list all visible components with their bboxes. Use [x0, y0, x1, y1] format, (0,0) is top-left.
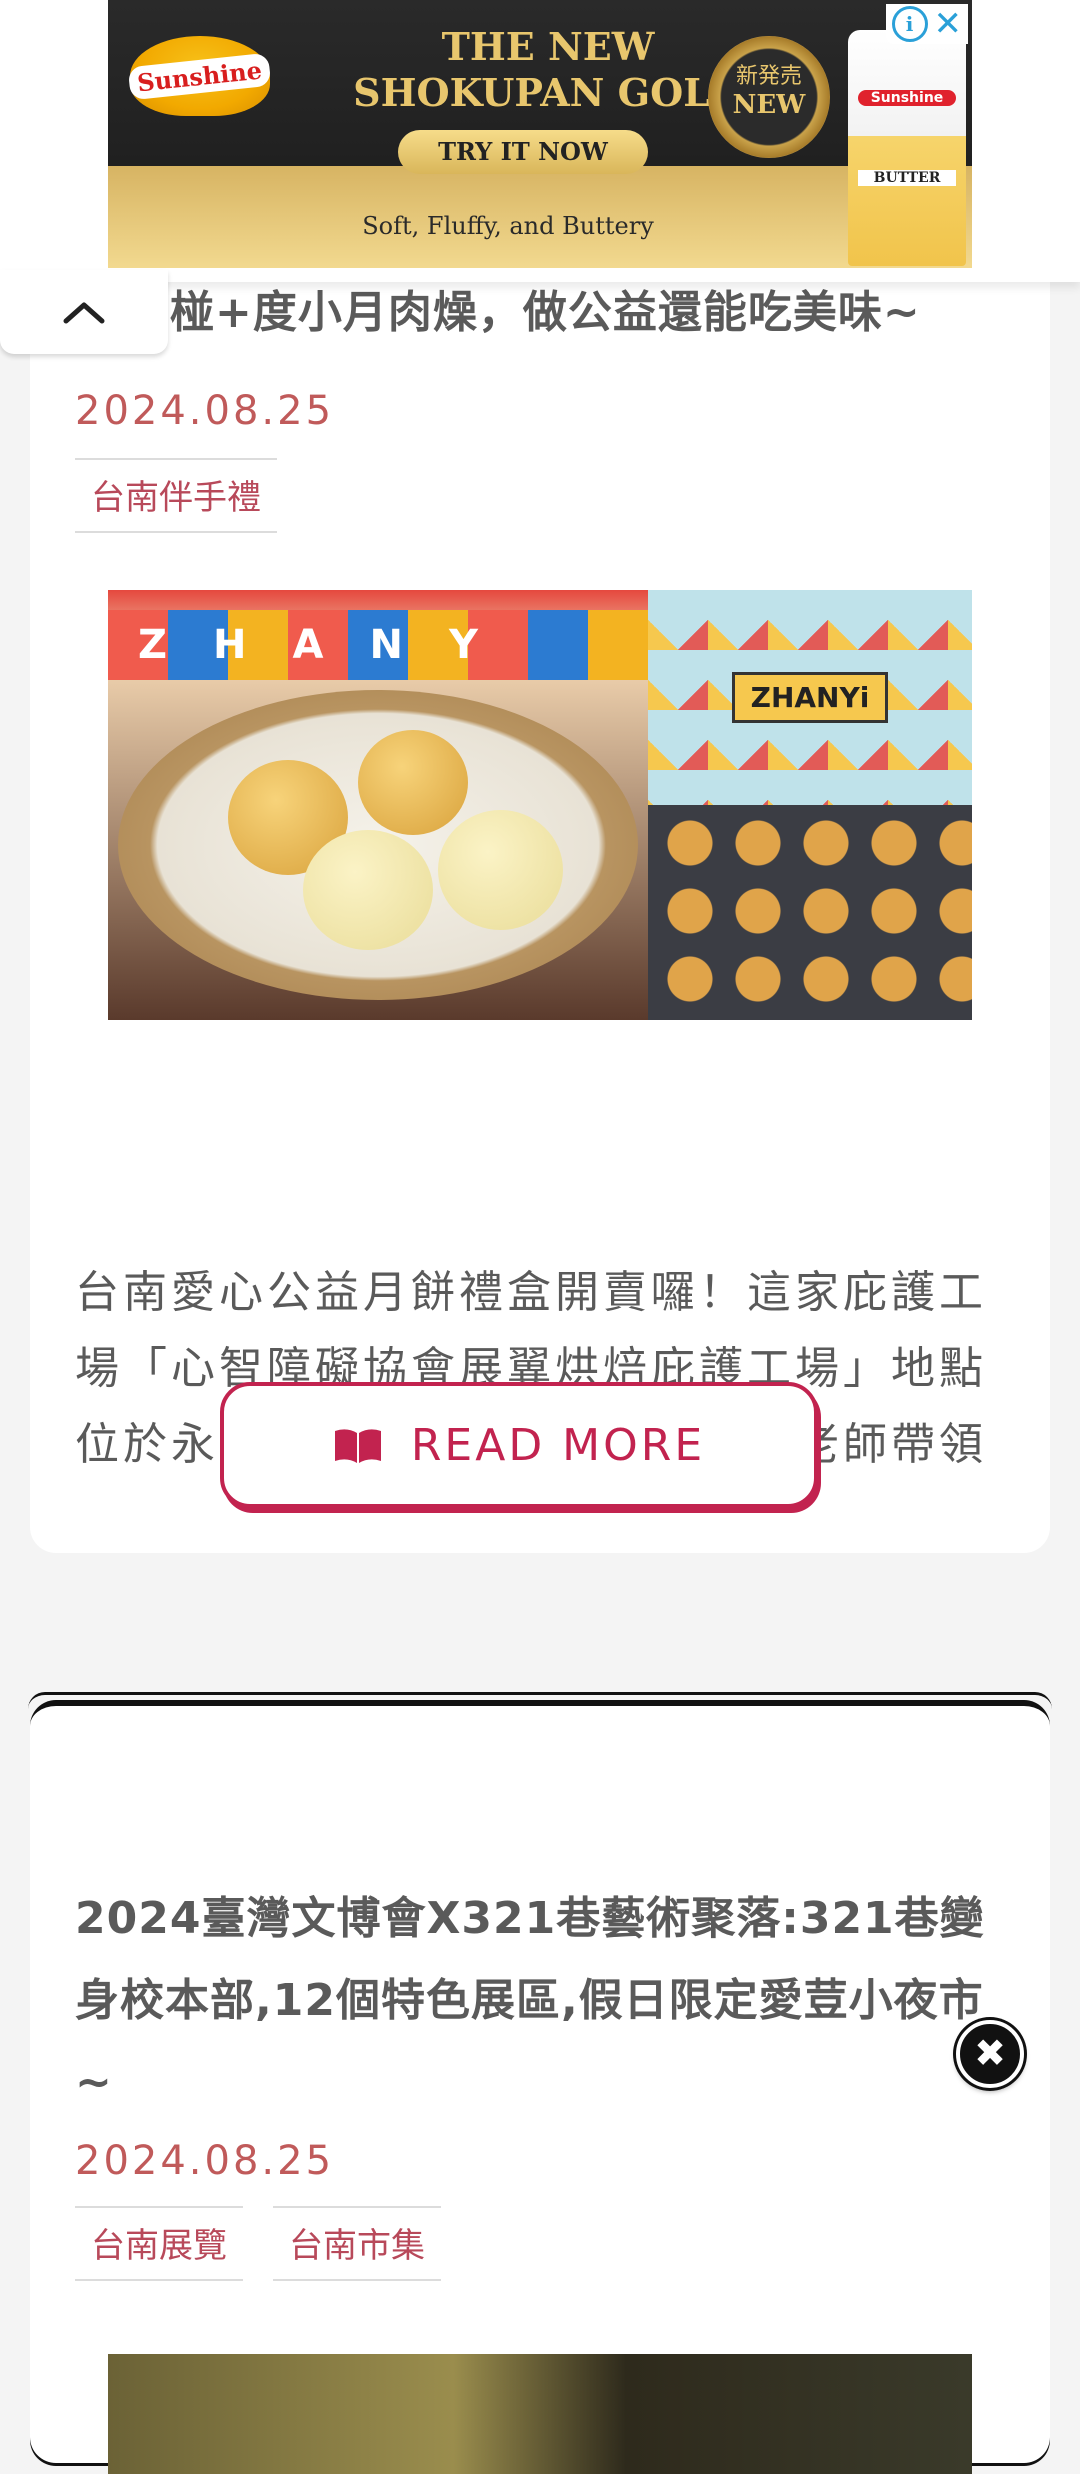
mooncake [358, 730, 468, 835]
ad-try-button[interactable]: TRY IT NOW [398, 130, 648, 174]
banner-letter: A [292, 622, 324, 668]
banner-letter: H [213, 622, 247, 668]
post-card: 椪+度小月肉燥，做公益還能吃美味~ 2024.08.25 台南伴手禮 Z H A… [30, 160, 1050, 1553]
giftbox-photo: ZHANYi [648, 590, 972, 1020]
post-date: 2024.08.25 [75, 2138, 335, 2184]
tag-link[interactable]: 台南展覽 [75, 2206, 243, 2281]
tag-link[interactable]: 台南伴手禮 [75, 458, 277, 533]
ad-product-label: BUTTER [858, 170, 956, 186]
mooncake [303, 830, 433, 950]
ad-seal-top: 新発売 [735, 64, 802, 89]
ad-banner[interactable]: Sunshine THE NEW SHOKUPAN GOLD TRY IT NO… [108, 0, 972, 268]
close-icon[interactable]: ✕ [934, 6, 963, 42]
info-icon[interactable]: i [891, 6, 928, 42]
ad-product-image: Sunshine BUTTER [848, 30, 966, 266]
post-card: 2024臺灣文博會X321巷藝術聚落:321巷變身校本部,12個特色展區,假日限… [28, 1692, 1052, 2474]
ad-seal-bottom: NEW [732, 90, 806, 120]
ad-banner-container: Sunshine THE NEW SHOKUPAN GOLD TRY IT NO… [0, 0, 1080, 282]
ad-product-brand: Sunshine [858, 90, 956, 106]
close-circle-icon[interactable]: ✖ [956, 2020, 1024, 2088]
ad-tagline: Soft, Fluffy, and Buttery [362, 212, 654, 240]
tag-link[interactable]: 台南市集 [273, 2206, 441, 2281]
post-thumbnail[interactable]: Z H A N Y ZHANYi [108, 590, 972, 1020]
post-title[interactable]: 2024臺灣文博會X321巷藝術聚落:321巷變身校本部,12個特色展區,假日限… [75, 1878, 995, 2124]
ad-controls: i ✕ [885, 4, 968, 44]
banner-letter: Y [448, 622, 478, 668]
collapse-ad-tab[interactable] [0, 270, 168, 354]
zhanyi-banner: Z H A N Y [108, 610, 648, 680]
pastry-tray [648, 805, 972, 1020]
post-date: 2024.08.25 [75, 388, 335, 434]
read-more-label: READ MORE [410, 1419, 706, 1471]
ad-brand-text: Sunshine [128, 52, 272, 100]
gift-box-label: ZHANYi [731, 672, 889, 723]
mooncake-photo: Z H A N Y [108, 590, 648, 1020]
post-tags: 台南伴手禮 [75, 458, 277, 533]
post-tags: 台南展覽 台南市集 [75, 2206, 441, 2281]
banner-letter: N [369, 622, 403, 668]
post-title[interactable]: 椪+度小月肉燥，做公益還能吃美味~ [170, 272, 1080, 354]
ad-new-seal: 新発売 NEW [708, 36, 830, 158]
ad-brand-logo: Sunshine [128, 36, 272, 116]
book-icon [334, 1429, 381, 1463]
gift-box: ZHANYi [648, 590, 972, 805]
banner-letter: Z [138, 622, 168, 668]
read-more-button[interactable]: READ MORE [220, 1382, 818, 1508]
chevron-up-icon [63, 302, 105, 324]
post-thumbnail[interactable] [108, 2354, 972, 2474]
mooncake [438, 810, 563, 930]
